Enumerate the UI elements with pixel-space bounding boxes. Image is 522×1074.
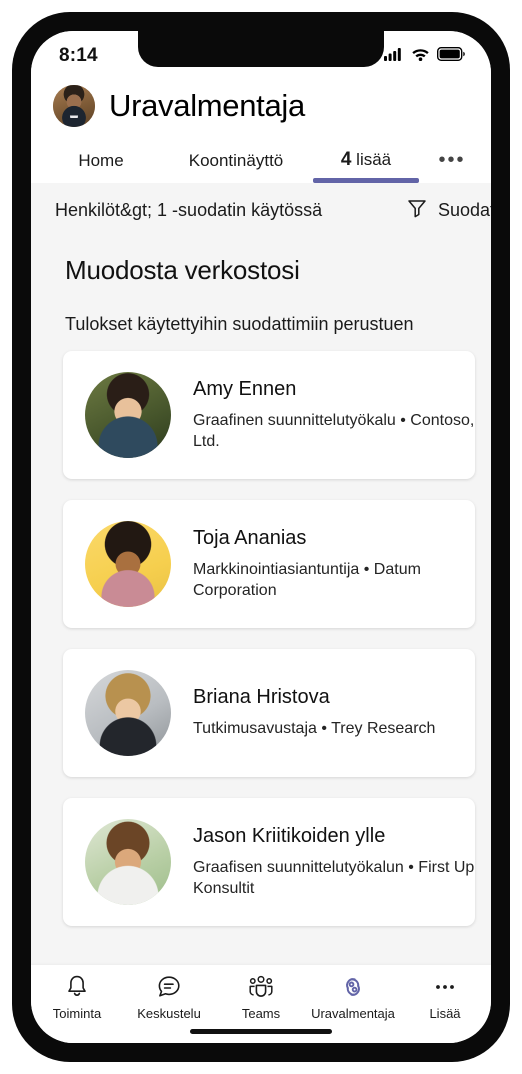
career-coach-icon: [339, 973, 367, 1001]
filter-bar: Henkilöt&gt; 1 -suodatin käytössä Suodat…: [31, 183, 491, 235]
person-avatar: [85, 521, 171, 607]
person-avatar: [85, 819, 171, 905]
page-title: Uravalmentaja: [109, 88, 305, 123]
tab-home-label: Home: [78, 151, 124, 170]
person-role: Graafinen suunnittelutyökalu • Contoso, …: [193, 412, 475, 450]
chat-icon: [156, 973, 182, 1001]
tab-koontinaytto[interactable]: Koontinäyttö: [161, 151, 311, 183]
person-role: Graafisen suunnittelutyökalun • First Up…: [193, 859, 475, 897]
status-bar-icons: [384, 45, 465, 66]
nav-item-uravalmentaja[interactable]: Uravalmentaja: [307, 973, 399, 1021]
app-header: Uravalmentaja: [31, 79, 491, 137]
battery-icon: [436, 46, 465, 66]
phone-frame: 8:14 Uravalmentaja Home Koontinäyttö 4 l…: [12, 12, 510, 1062]
person-role: Markkinointiasiantuntija • Datum Corpora…: [193, 561, 421, 599]
list-item[interactable]: Toja Ananias Markkinointiasiantuntija • …: [63, 500, 475, 628]
person-name: Briana Hristova: [193, 686, 330, 709]
nav-item-teams[interactable]: Teams: [215, 973, 307, 1021]
ellipsis-icon: •••: [438, 149, 466, 171]
main-content: Muodosta verkostosi Tulokset käytettyihi…: [31, 235, 491, 965]
section-title: Muodosta verkostosi: [65, 255, 300, 285]
people-results-list: Amy Ennen Graafinen suunnittelutyökalu •…: [31, 351, 491, 926]
nav-item-lisaa-label: Lisää: [429, 1006, 461, 1021]
list-item[interactable]: Briana Hristova Tutkimusavustaja • Trey …: [63, 649, 475, 777]
filter-button[interactable]: Suodata: [406, 197, 491, 224]
nav-item-toiminta[interactable]: Toiminta: [31, 973, 123, 1021]
person-text: Briana Hristova Tutkimusavustaja • Trey …: [171, 686, 475, 739]
phone-screen: 8:14 Uravalmentaja Home Koontinäyttö 4 l…: [31, 31, 491, 1043]
home-indicator: [190, 1029, 332, 1034]
nav-item-lisaa[interactable]: Lisää: [399, 973, 491, 1021]
nav-item-uravalmentaja-label: Uravalmentaja: [311, 1006, 395, 1021]
status-bar-time: 8:14: [59, 45, 98, 66]
tab-strip: Home Koontinäyttö 4 lisää •••: [31, 137, 491, 183]
person-avatar: [85, 372, 171, 458]
filter-button-label: Suodata: [437, 199, 491, 220]
list-item[interactable]: Amy Ennen Graafinen suunnittelutyökalu •…: [63, 351, 475, 479]
tab-home[interactable]: Home: [41, 151, 161, 183]
tab-more-count-label: lisää: [356, 150, 392, 169]
person-name: Toja Ananias: [193, 527, 307, 550]
person-role: Tutkimusavustaja • Trey Research: [193, 720, 436, 738]
avatar[interactable]: [53, 85, 95, 127]
filter-funnel-icon: [406, 197, 428, 224]
list-item[interactable]: Jason Kriitikoiden ylle Graafisen suunni…: [63, 798, 475, 926]
people-group-icon: [247, 973, 275, 1001]
person-name: Amy Ennen: [193, 378, 297, 401]
wifi-icon: [411, 47, 430, 66]
tab-overflow-menu[interactable]: •••: [421, 150, 483, 183]
tab-more-count-number: 4: [340, 149, 352, 170]
person-text: Toja Ananias Markkinointiasiantuntija • …: [171, 527, 475, 601]
tab-more-count[interactable]: 4 lisää: [311, 149, 421, 183]
section-subtitle: Tulokset käytettyihin suodattimiin perus…: [65, 314, 414, 334]
bell-icon: [65, 973, 89, 1001]
nav-item-toiminta-label: Toiminta: [52, 1006, 102, 1021]
nav-item-teams-label: Teams: [241, 1006, 281, 1021]
phone-notch: [138, 31, 384, 67]
person-avatar: [85, 670, 171, 756]
ellipsis-icon: [432, 973, 458, 1001]
nav-item-keskustelu[interactable]: Keskustelu: [123, 973, 215, 1021]
person-text: Amy Ennen Graafinen suunnittelutyökalu •…: [171, 378, 475, 452]
filter-summary-text: Henkilöt&gt; 1 -suodatin käytössä: [55, 199, 323, 220]
tab-koontinaytto-label: Koontinäyttö: [188, 151, 284, 170]
nav-item-keskustelu-label: Keskustelu: [137, 1006, 201, 1021]
signal-icon: [384, 47, 404, 66]
person-text: Jason Kriitikoiden ylle Graafisen suunni…: [171, 825, 475, 899]
person-name: Jason Kriitikoiden ylle: [193, 825, 386, 848]
